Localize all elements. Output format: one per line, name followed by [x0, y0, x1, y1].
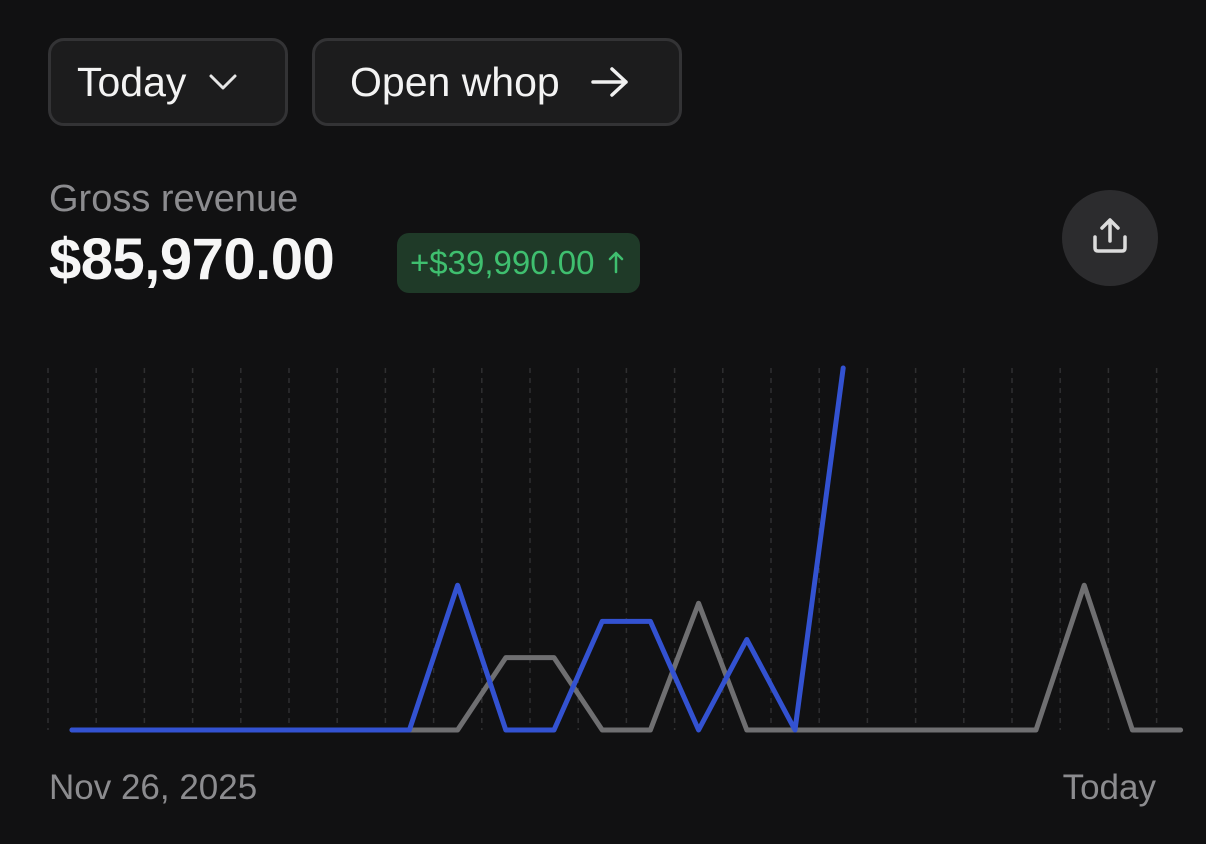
chevron-down-icon [208, 73, 238, 91]
metric-value: $85,970.00 [49, 227, 335, 292]
date-range-button[interactable]: Today [48, 38, 288, 126]
date-range-label: Today [77, 58, 187, 105]
share-button[interactable] [1062, 190, 1158, 286]
open-whop-button[interactable]: Open whop [312, 38, 682, 126]
arrow-up-icon [608, 244, 624, 282]
chart-grid [47, 368, 1158, 730]
x-axis-end-label: Today [1062, 768, 1156, 807]
x-axis-start-label: Nov 26, 2025 [49, 768, 258, 807]
change-value: +$39,990.00 [410, 244, 595, 281]
share-icon [1090, 216, 1130, 261]
open-whop-label: Open whop [350, 58, 560, 105]
arrow-right-icon [590, 66, 630, 98]
revenue-chart [47, 365, 1184, 733]
change-badge: +$39,990.00 [397, 233, 641, 293]
current-period-line [69, 365, 846, 733]
metric-label: Gross revenue [49, 178, 299, 220]
